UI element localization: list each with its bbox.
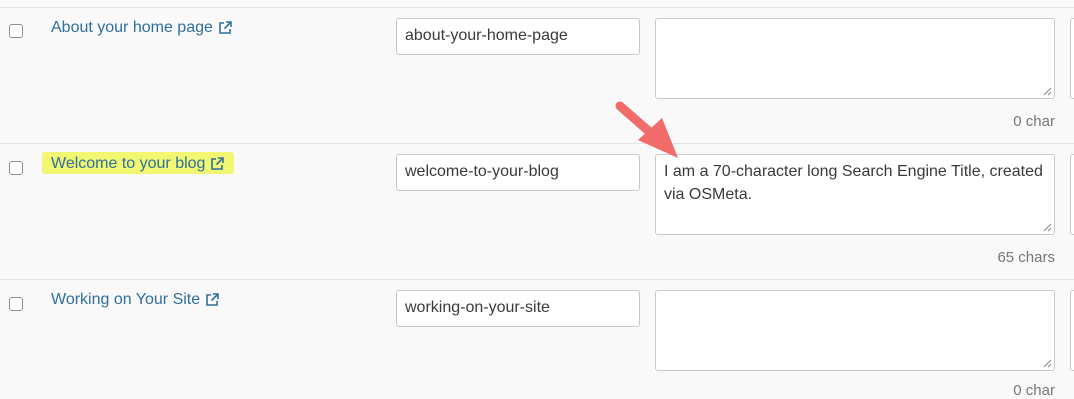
meta-description-textarea[interactable]: [1070, 154, 1074, 235]
row-select-checkbox[interactable]: [9, 24, 23, 38]
post-title-link[interactable]: About your home page: [51, 19, 232, 37]
seo-title-text: I am a 70-character long Search Engine T…: [664, 163, 1043, 203]
table-top-border: [0, 7, 1074, 8]
slug-input[interactable]: welcome-to-your-blog: [396, 154, 640, 191]
seo-title-textarea[interactable]: I am a 70-character long Search Engine T…: [655, 154, 1055, 235]
meta-description-textarea[interactable]: [1070, 290, 1074, 371]
slug-input[interactable]: about-your-home-page: [396, 18, 640, 55]
external-link-icon: [219, 21, 232, 34]
resize-grip-icon[interactable]: [1043, 223, 1052, 232]
row-select-checkbox[interactable]: [9, 297, 23, 311]
char-count: 0 char: [1013, 382, 1055, 399]
resize-grip-icon[interactable]: [1043, 87, 1052, 96]
post-title-text: About your home page: [51, 19, 213, 36]
slug-input[interactable]: working-on-your-site: [396, 290, 640, 327]
post-title-link[interactable]: Working on Your Site: [51, 291, 219, 309]
seo-title-textarea[interactable]: [655, 18, 1055, 99]
row-divider: [0, 279, 1074, 280]
char-count: 65 chars: [997, 249, 1055, 266]
external-link-icon: [206, 293, 219, 306]
row-divider: [0, 143, 1074, 144]
seo-title-textarea[interactable]: [655, 290, 1055, 371]
meta-description-textarea[interactable]: [1070, 18, 1074, 99]
post-title-text: Working on Your Site: [51, 291, 201, 308]
row-select-checkbox[interactable]: [9, 161, 23, 175]
red-arrow-annotation: [615, 101, 678, 158]
post-title-text: Welcome to your blog: [51, 155, 206, 172]
post-title-link[interactable]: Welcome to your blog: [51, 155, 225, 173]
external-link-icon: [211, 157, 225, 170]
resize-grip-icon[interactable]: [1043, 359, 1052, 368]
char-count: 0 char: [1013, 113, 1055, 130]
